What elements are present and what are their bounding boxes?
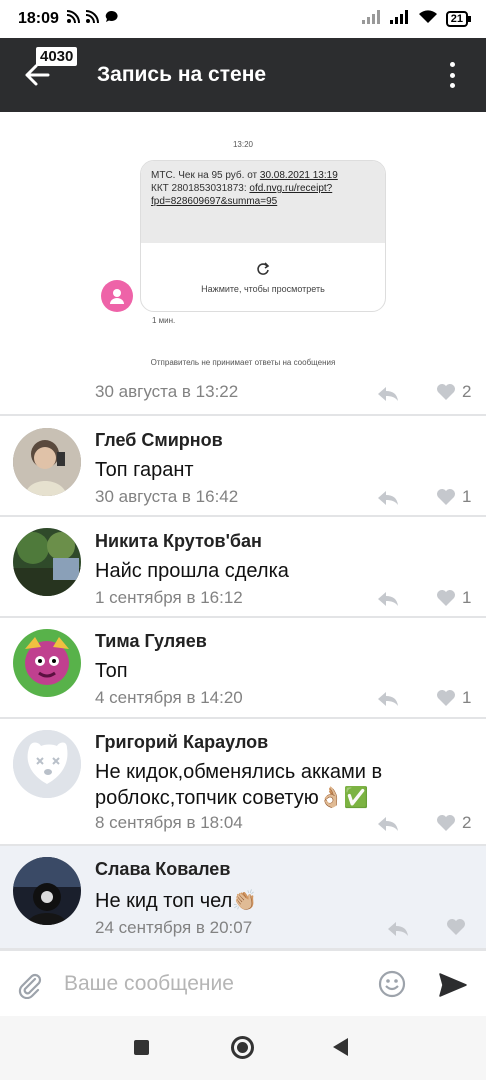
message-composer: Ваше сообщение (0, 950, 486, 1016)
content: 13:20 МТС. Чек на 95 руб. от 30.08.2021 … (0, 112, 486, 950)
reply-icon[interactable] (377, 816, 399, 832)
more-options-icon[interactable] (448, 62, 456, 88)
like-button[interactable]: 2 (436, 382, 471, 402)
sender-avatar-icon (101, 280, 133, 312)
home-icon[interactable] (231, 1036, 254, 1059)
signal-icon (389, 9, 410, 29)
recents-icon[interactable] (134, 1040, 149, 1055)
system-nav-bar (0, 1016, 486, 1080)
comment-item: Тима Гуляев Топ 4 сентября в 14:20 1 (0, 618, 486, 719)
comment-text: Топ (95, 660, 128, 682)
comment-date: 30 августа в 16:42 (95, 487, 239, 506)
comment-item: Слава Ковалев Не кид топ чел👏🏼 24 сентяб… (0, 846, 486, 950)
comment-item: Никита Крутов'бан Найс прошла сделка 1 с… (0, 517, 486, 618)
status-time: 18:09 (18, 10, 59, 27)
comment-text: Найс прошла сделка (95, 560, 289, 582)
comment-author[interactable]: Тима Гуляев (95, 631, 207, 652)
comment-date: 1 сентября в 16:12 (95, 588, 243, 607)
attach-icon[interactable] (16, 971, 44, 1004)
rss-icon (66, 10, 80, 28)
wifi-icon (418, 9, 438, 29)
reply-icon[interactable] (377, 490, 399, 506)
like-button[interactable]: 1 (436, 487, 471, 507)
comment-date: 24 сентября в 20:07 (95, 918, 253, 937)
comment-item: Глеб Смирнов Топ гарант 30 августа в 16:… (0, 416, 486, 517)
like-count: 2 (462, 813, 472, 832)
like-count: 1 (462, 487, 472, 506)
comment-text: Не кид топ чел👏🏼 (95, 890, 258, 912)
chat-icon (105, 10, 119, 29)
heart-icon (437, 384, 455, 400)
avatar[interactable] (13, 857, 81, 925)
sms-preview: Нажмите, чтобы просмотреть (141, 243, 385, 311)
like-count: 1 (462, 588, 472, 607)
refresh-icon (256, 262, 270, 278)
reply-icon[interactable] (377, 386, 399, 402)
sms-bubble: МТС. Чек на 95 руб. от 30.08.2021 13:19 … (140, 160, 386, 312)
sms-footer: Отправитель не принимает ответы на сообщ… (150, 358, 336, 367)
avatar[interactable] (13, 730, 81, 798)
rss-icon (85, 10, 99, 28)
comment-date: 4 сентября в 14:20 (95, 688, 243, 707)
avatar[interactable] (13, 528, 81, 596)
signal-icon (361, 9, 382, 29)
comment-date: 8 сентября в 18:04 (95, 813, 243, 832)
like-button[interactable]: 2 (436, 813, 471, 833)
post-meta: 30 августа в 13:22 2 (0, 374, 486, 414)
page-title: Запись на стене (97, 63, 267, 86)
comment-author[interactable]: Никита Крутов'бан (95, 531, 262, 552)
back-icon[interactable] (333, 1038, 348, 1056)
comment-author[interactable]: Глеб Смирнов (95, 430, 223, 451)
sms-time: 13:20 (232, 140, 254, 149)
like-button[interactable]: 1 (436, 588, 471, 608)
tap-to-view-label: Нажмите, чтобы просмотреть (201, 284, 325, 294)
comment-author[interactable]: Слава Ковалев (95, 859, 230, 880)
post-date: 30 августа в 13:22 (95, 382, 239, 401)
post-image-screenshot[interactable]: 13:20 МТС. Чек на 95 руб. от 30.08.2021 … (0, 112, 486, 374)
avatar[interactable] (13, 629, 81, 697)
like-count: 2 (462, 382, 472, 401)
emoji-icon[interactable] (378, 970, 406, 1003)
avatar[interactable] (13, 428, 81, 496)
sms-age: 1 мин. (152, 316, 176, 325)
status-bar: 18:09 21 (0, 0, 486, 38)
reply-icon[interactable] (387, 921, 409, 937)
notification-count-badge: 4030 (36, 47, 78, 66)
comment-item: Григорий Караулов Не кидок,обменялись ак… (0, 719, 486, 846)
sms-text: МТС. Чек на 95 руб. от 30.08.2021 13:19 … (141, 161, 385, 243)
send-icon[interactable] (438, 972, 468, 1003)
comment-text: Топ гарант (95, 459, 194, 481)
like-count: 1 (462, 688, 472, 707)
message-input[interactable]: Ваше сообщение (64, 972, 234, 996)
like-button[interactable]: 1 (436, 688, 471, 708)
comment-text: Не кидок,обменялись акками в роблокс,топ… (95, 761, 383, 809)
app-bar: 4030 Запись на стене (0, 38, 486, 112)
like-button[interactable] (446, 918, 472, 936)
battery-icon: 21 (445, 11, 472, 27)
reply-icon[interactable] (377, 591, 399, 607)
comment-author[interactable]: Григорий Караулов (95, 732, 268, 753)
reply-icon[interactable] (377, 691, 399, 707)
